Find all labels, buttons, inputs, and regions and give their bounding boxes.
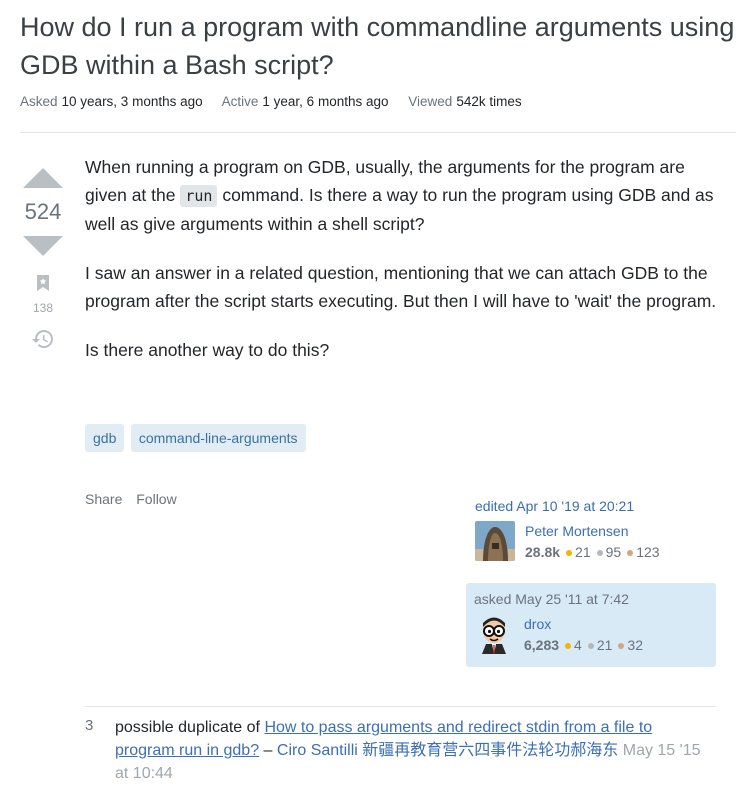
asker-reputation: 6,283 4 21 32 (524, 637, 649, 653)
body-paragraph-1: When running a program on GDB, usually, … (85, 153, 725, 238)
gold-count: 4 (574, 637, 582, 653)
gold-badge-icon (566, 550, 573, 556)
viewed-label: Viewed (408, 94, 453, 109)
question-title[interactable]: How do I run a program with commandline … (20, 8, 740, 84)
question-meta: Asked 10 years, 3 months ago Active 1 year… (20, 94, 538, 109)
question-body: When running a program on GDB, usually, … (85, 153, 725, 385)
tag-list: gdb command-line-arguments (85, 424, 308, 452)
bookmark-count: 138 (32, 301, 54, 315)
viewed-value: 542k times (456, 94, 522, 109)
editor-reputation: 28.8k 21 95 123 (525, 544, 666, 560)
asked-value: 10 years, 3 months ago (61, 94, 203, 109)
upvote-arrow-icon[interactable] (23, 168, 63, 188)
reputation-score: 6,283 (524, 637, 560, 653)
comment-dash: – (263, 742, 273, 759)
silver-badge-icon (587, 643, 594, 649)
gold-count: 21 (575, 544, 591, 560)
tag-gdb[interactable]: gdb (85, 424, 125, 452)
editor-signature: edited Apr 10 '19 at 20:21 Peter Mortens… (467, 490, 699, 569)
comment-divider (85, 706, 716, 707)
asked-label: Asked (20, 94, 58, 109)
comment: possible duplicate of How to pass argume… (115, 716, 715, 785)
active-label: Active (221, 94, 259, 109)
follow-link[interactable]: Follow (136, 491, 176, 507)
body-paragraph-3: Is there another way to do this? (85, 340, 330, 360)
editor-name[interactable]: Peter Mortensen (525, 522, 666, 540)
bronze-badge-icon (627, 550, 634, 556)
bookmark-icon[interactable] (36, 274, 50, 297)
vote-cell: 524 138 (20, 158, 66, 356)
editor-avatar[interactable] (475, 521, 515, 561)
asker-name[interactable]: drox (524, 615, 649, 633)
silver-count: 95 (605, 544, 622, 560)
share-link[interactable]: Share (85, 491, 122, 507)
comment-user[interactable]: Ciro Santilli 新疆再教育营六四事件法轮功郝海东 (277, 742, 618, 759)
asked-time[interactable]: asked May 25 '11 at 7:42 (474, 591, 708, 607)
post-actions: Share Follow (85, 491, 187, 507)
active-value[interactable]: 1 year, 6 months ago (262, 94, 388, 109)
history-icon[interactable] (31, 327, 55, 356)
gold-badge-icon (565, 643, 572, 649)
asker-signature: asked May 25 '11 at 7:42 drox 6,283 4 21 32 (466, 583, 716, 667)
asker-avatar[interactable] (474, 614, 514, 654)
silver-badge-icon (596, 550, 603, 556)
vote-count: 524 (24, 199, 62, 224)
bronze-badge-icon (618, 643, 625, 649)
comment-score: 3 (85, 717, 94, 734)
inline-code: run (180, 185, 218, 207)
comment-prefix: possible duplicate of (115, 719, 260, 736)
bronze-count: 32 (627, 637, 643, 653)
reputation-score: 28.8k (525, 544, 561, 560)
edited-time[interactable]: edited Apr 10 '19 at 20:21 (475, 498, 691, 514)
bronze-count: 123 (636, 544, 660, 560)
downvote-arrow-icon[interactable] (23, 236, 63, 256)
divider (20, 132, 736, 133)
silver-count: 21 (596, 637, 613, 653)
body-paragraph-2: I saw an answer in a related question, m… (85, 263, 717, 311)
tag-command-line-arguments[interactable]: command-line-arguments (130, 424, 306, 452)
